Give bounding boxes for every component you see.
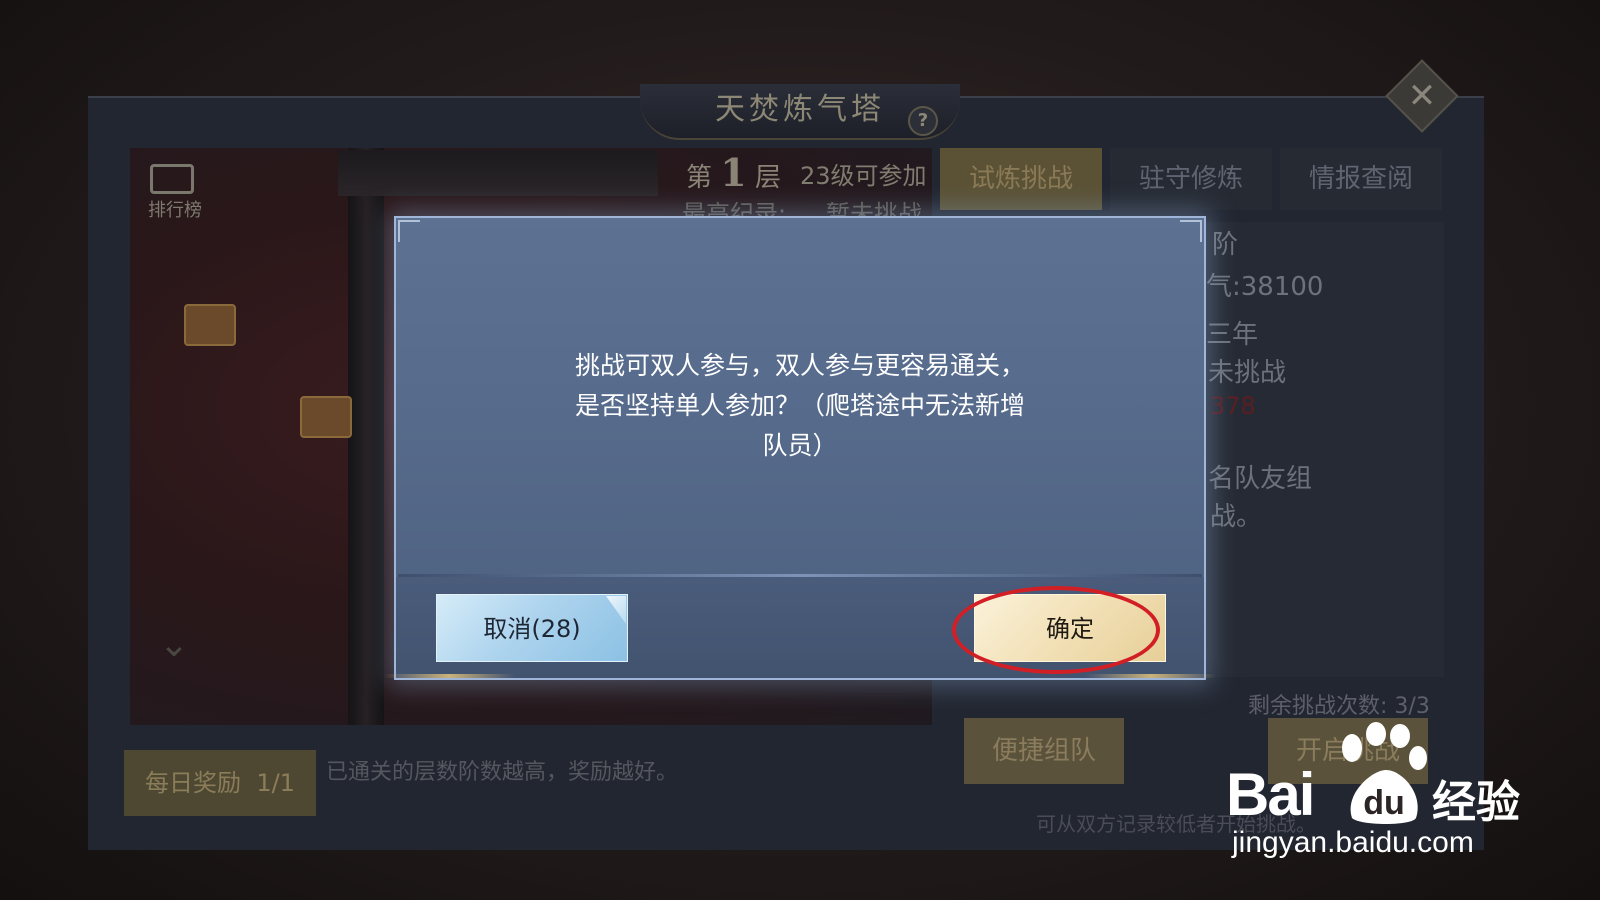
help-icon[interactable]: ? — [908, 106, 938, 136]
info-text: 阶 — [1212, 230, 1239, 260]
baidu-paw-icon: du — [1342, 722, 1427, 824]
gold-flourish — [384, 674, 514, 678]
info-text: 三年 — [1206, 320, 1259, 350]
info-text: 名队友组 — [1208, 464, 1313, 494]
daily-reward-count: 1/1 — [256, 769, 295, 797]
tab-intel[interactable]: 情报查阅 — [1280, 148, 1442, 210]
treasure-chest-icon — [184, 304, 236, 346]
tab-garrison-training[interactable]: 驻守修炼 — [1110, 148, 1272, 210]
info-text: 未挑战 — [1208, 358, 1287, 388]
info-text: 气:38100 — [1206, 272, 1324, 302]
floor-prefix: 第 — [686, 163, 713, 193]
dialog-message-line: 是否坚持单人参加？（爬塔途中无法新增 — [574, 391, 1025, 420]
watermark-bai: Bai — [1226, 761, 1315, 828]
chevron-down-icon[interactable]: ⌄ — [156, 624, 192, 665]
daily-reward-label: 每日奖励 — [145, 769, 242, 797]
floor-suffix: 层 — [755, 163, 782, 193]
watermark-url: jingyan.baidu.com — [1232, 826, 1474, 859]
tower-column — [348, 148, 384, 725]
dialog-message-line: 挑战可双人参与，双人参与更容易通关， — [574, 351, 1025, 380]
cancel-button[interactable]: 取消(28) — [436, 594, 628, 662]
dialog-message: 挑战可双人参与，双人参与更容易通关， 是否坚持单人参加？（爬塔途中无法新增 队员… — [540, 346, 1060, 466]
confirm-highlight-circle — [952, 586, 1160, 674]
tab-trial-challenge[interactable]: 试炼挑战 — [940, 148, 1102, 210]
watermark-jingyan: 经验 — [1432, 777, 1520, 828]
dialog-message-line: 队员） — [762, 431, 838, 460]
close-icon[interactable]: ✕ — [1396, 70, 1448, 122]
daily-reward-button[interactable]: 每日奖励 1/1 — [124, 750, 316, 816]
floor-number: 1 — [720, 150, 747, 195]
floor-indicator: 第 1 层 — [686, 150, 781, 195]
corner-ornament — [398, 220, 420, 242]
info-text: 378 — [1210, 392, 1256, 420]
leaderboard-icon[interactable] — [150, 164, 194, 194]
quick-team-button[interactable]: 便捷组队 — [964, 718, 1124, 784]
floor-requirement: 23级可参加 — [800, 162, 927, 190]
watermark-du: du — [1363, 784, 1405, 822]
leaderboard-label[interactable]: 排行榜 — [140, 196, 210, 222]
treasure-chest-icon — [300, 396, 352, 438]
gold-flourish — [1086, 674, 1216, 678]
remaining-attempts: 剩余挑战次数: 3/3 — [1248, 694, 1430, 719]
tower-roof — [338, 150, 658, 196]
corner-ornament — [1180, 220, 1202, 242]
daily-reward-hint: 已通关的层数阶数越高，奖励越好。 — [326, 760, 679, 785]
info-text: 战。 — [1210, 502, 1263, 532]
